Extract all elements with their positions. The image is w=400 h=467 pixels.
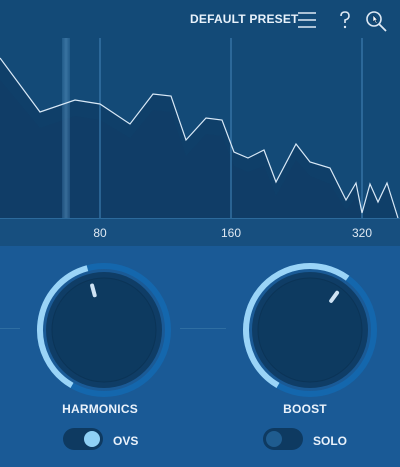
spectrum-analyzer: [0, 38, 400, 218]
freq-label-80: 80: [93, 226, 107, 240]
boost-label: BOOST: [283, 402, 327, 416]
help-icon[interactable]: [334, 9, 356, 31]
header-bar: DEFAULT PRESET: [0, 0, 400, 38]
frequency-axis: 80 160 320: [0, 218, 400, 247]
boost-knob[interactable]: [240, 260, 380, 400]
harmonics-pointer: [90, 283, 97, 298]
zoom-icon[interactable]: [364, 9, 387, 32]
left-divider: [0, 328, 20, 329]
plugin-window: DEFAULT PRESET 80 160 320 HARMONICS BOOS…: [0, 0, 400, 467]
center-divider: [180, 328, 226, 329]
frequency-highlight-band: [62, 38, 70, 218]
harmonics-label: HARMONICS: [62, 402, 138, 416]
freq-label-320: 320: [351, 226, 373, 240]
ovs-label: OVS: [113, 434, 139, 448]
preset-selector[interactable]: DEFAULT PRESET: [190, 12, 299, 26]
spectrum-panel: DEFAULT PRESET 80 160 320: [0, 0, 400, 247]
solo-toggle[interactable]: [263, 428, 303, 450]
solo-label: SOLO: [313, 434, 348, 448]
ovs-toggle-knob: [84, 431, 100, 447]
controls-panel: HARMONICS BOOST OVS SOLO: [0, 246, 400, 467]
solo-toggle-knob: [266, 431, 282, 447]
ovs-toggle[interactable]: [63, 428, 103, 450]
freq-label-160: 160: [220, 226, 242, 240]
menu-icon[interactable]: [296, 9, 318, 31]
harmonics-knob[interactable]: [34, 260, 174, 400]
